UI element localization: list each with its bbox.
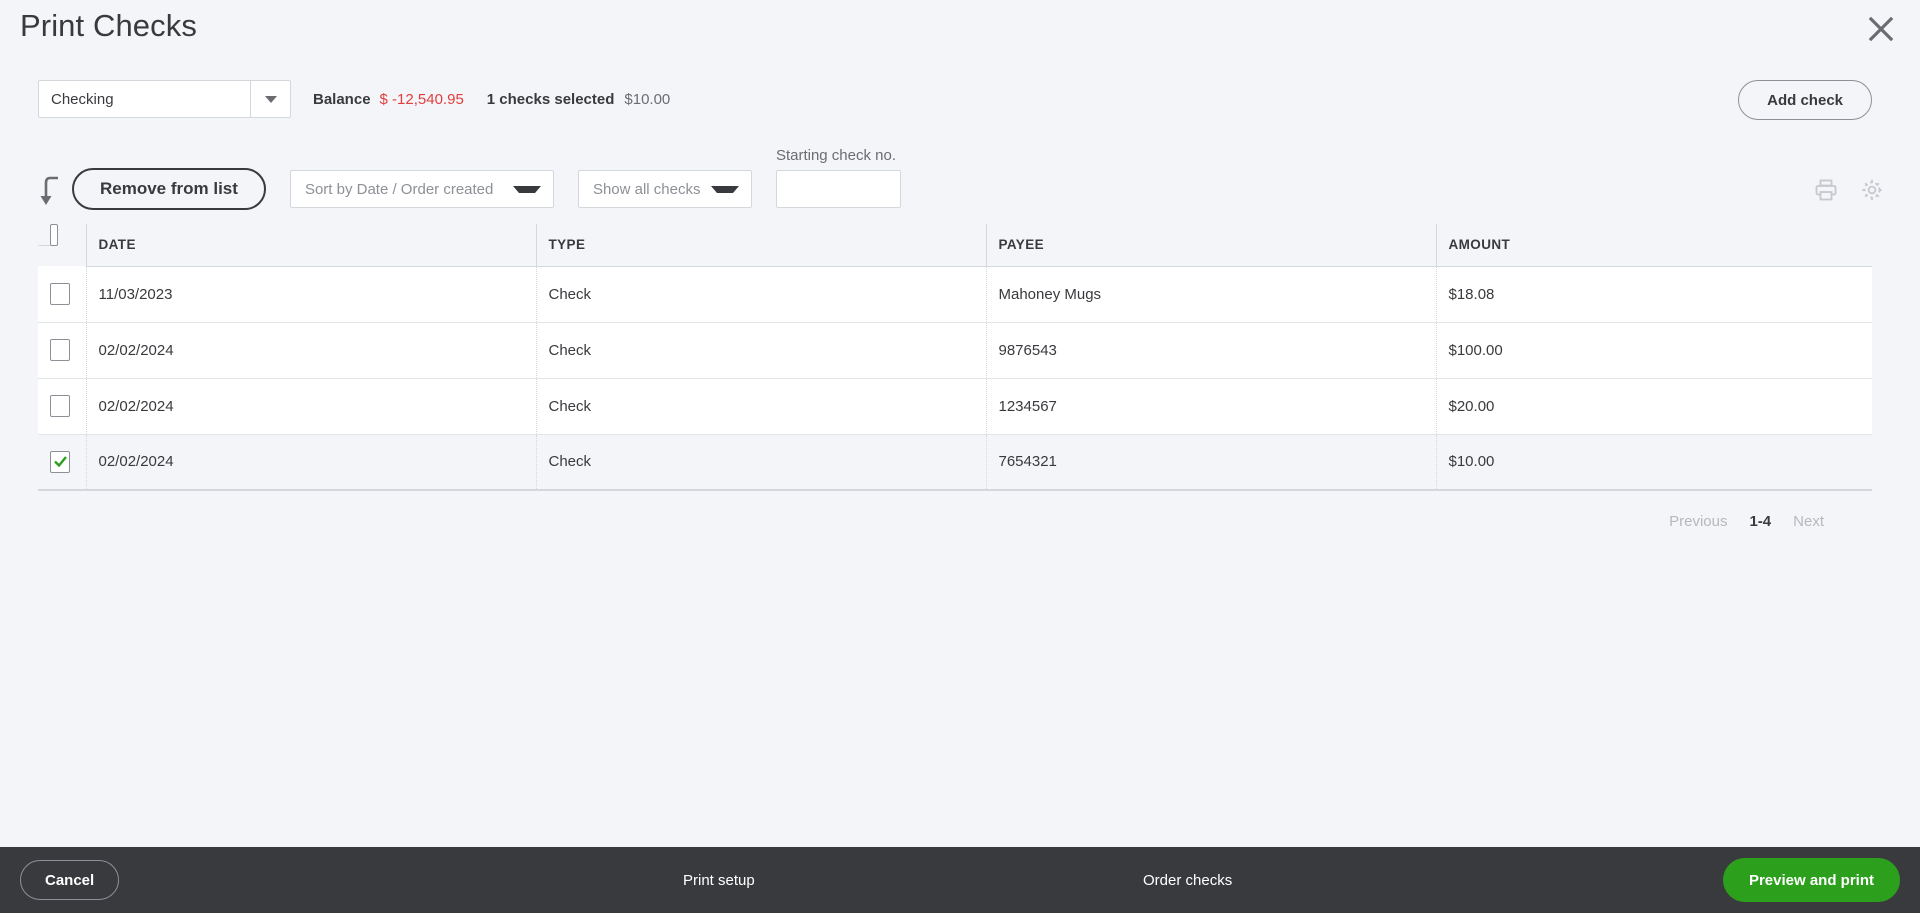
order-checks-link[interactable]: Order checks [1143,872,1232,889]
modal-footer: Cancel Print setup Order checks Preview … [0,847,1920,913]
table-row[interactable]: 02/02/2024 Check 7654321 $10.00 [38,434,1872,491]
checkmark-icon [53,456,67,468]
page-title: Print Checks [20,8,197,43]
select-all-header-cell [38,224,58,246]
cell-date: 02/02/2024 [85,378,536,435]
checks-toolbar: Remove from list Sort by Date / Order cr… [0,132,1920,224]
account-balance-bar: Checking Balance $ -12,540.95 1 checks s… [0,66,1920,132]
chevron-down-icon [264,95,277,103]
row-select-cell [38,434,86,491]
column-header-date[interactable]: DATE [85,224,536,267]
cell-amount: $20.00 [1435,378,1872,435]
starting-check-no-group: Starting check no. [775,147,901,208]
close-icon[interactable] [1858,6,1904,52]
cell-amount: $10.00 [1435,434,1872,491]
row-select-cell [38,322,86,379]
cell-date: 02/02/2024 [85,322,536,379]
close-x-glyph [1868,16,1894,42]
account-select-caret [250,81,290,117]
print-setup-link[interactable]: Print setup [683,872,755,889]
select-all-checkbox[interactable] [50,224,58,246]
show-checks-select[interactable]: Show all checks [577,170,752,208]
remove-from-list-button[interactable]: Remove from list [72,168,266,210]
print-checks-modal: Print Checks Checking Balance $ -12,540.… [0,0,1920,913]
sort-by-value: Sort by Date / Order created [304,180,494,198]
add-check-button[interactable]: Add check [1738,80,1872,120]
gear-icon[interactable] [1860,178,1884,202]
checks-selected-label: 1 checks selected [486,90,615,108]
cell-payee: Mahoney Mugs [985,266,1436,323]
cell-type: Check [535,434,986,491]
table-head: DATE TYPE PAYEE AMOUNT [38,224,1872,267]
cell-amount: $18.08 [1435,266,1872,323]
column-header-payee[interactable]: PAYEE [985,224,1436,267]
chevron-down-icon [512,185,541,193]
pagination-next[interactable]: Next [1793,513,1824,530]
modal-header: Print Checks [0,0,1920,66]
column-header-type[interactable]: TYPE [535,224,986,267]
account-select-value: Checking [51,90,114,108]
cell-amount: $100.00 [1435,322,1872,379]
cancel-button[interactable]: Cancel [20,860,120,900]
row-checkbox[interactable] [50,395,70,417]
starting-check-no-label: Starting check no. [775,147,897,164]
checks-table-container: DATE TYPE PAYEE AMOUNT 11/03/2023 Check Ma… [0,224,1920,689]
cell-payee: 1234567 [985,378,1436,435]
row-select-cell [38,266,86,323]
account-select[interactable]: Checking [38,80,291,118]
table-body: 11/03/2023 Check Mahoney Mugs $18.08 02/02/2… [38,266,1872,491]
checks-selected-amount: $10.00 [624,90,671,108]
starting-check-no-input[interactable] [775,170,901,208]
cell-type: Check [535,322,986,379]
cell-type: Check [535,378,986,435]
table-row[interactable]: 02/02/2024 Check 1234567 $20.00 [38,378,1872,435]
cell-date: 02/02/2024 [85,434,536,491]
column-header-amount[interactable]: AMOUNT [1435,224,1872,267]
row-checkbox[interactable] [50,282,70,305]
table-row[interactable]: 11/03/2023 Check Mahoney Mugs $18.08 [38,266,1872,323]
show-checks-value: Show all checks [592,180,701,198]
chevron-down-icon [710,185,739,193]
cell-date: 11/03/2023 [85,266,536,323]
balance-summary: Balance $ -12,540.95 1 checks selected $… [313,91,670,108]
checks-table: DATE TYPE PAYEE AMOUNT 11/03/2023 Check Ma… [38,224,1872,491]
sort-by-select[interactable]: Sort by Date / Order created [289,170,554,208]
balance-value: $ -12,540.95 [379,90,464,108]
balance-label: Balance [313,90,371,108]
pagination-previous[interactable]: Previous [1669,513,1727,530]
row-select-cell [38,378,86,435]
table-header-row: DATE TYPE PAYEE AMOUNT [38,224,1872,267]
preview-and-print-button[interactable]: Preview and print [1722,858,1900,902]
cell-type: Check [535,266,986,323]
bent-down-arrow-icon [40,176,58,205]
cell-payee: 9876543 [985,322,1436,379]
print-icon[interactable] [1814,178,1838,202]
table-row[interactable]: 02/02/2024 Check 9876543 $100.00 [38,322,1872,379]
row-checkbox[interactable] [50,450,70,473]
row-checkbox[interactable] [50,339,70,361]
toolbar-icon-group [1814,178,1884,202]
pagination: Previous 1-4 Next [38,491,1872,530]
pagination-range: 1-4 [1749,513,1772,530]
cell-payee: 7654321 [985,434,1436,491]
